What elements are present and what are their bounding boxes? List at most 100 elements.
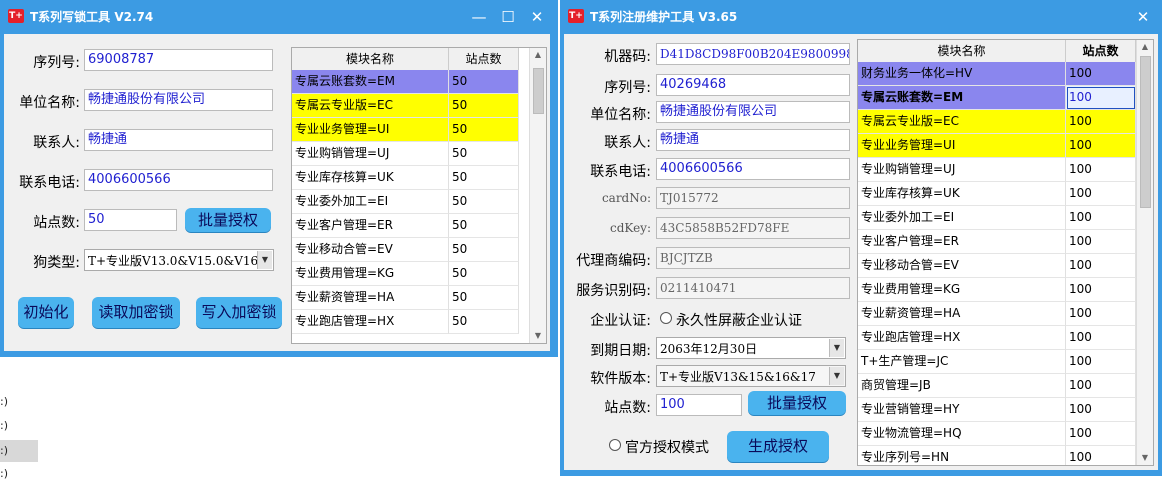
sites-cell[interactable]: 50 <box>449 262 519 286</box>
col-sites-header[interactable]: 站点数 <box>1066 40 1136 62</box>
official-mode-option-label[interactable]: 官方授权模式 <box>625 437 709 457</box>
module-name-cell[interactable]: 专业物流管理=HQ <box>858 422 1066 446</box>
scroll-thumb[interactable] <box>1140 56 1151 208</box>
cdkey-field[interactable]: 43C5858B52FD78FE <box>656 217 850 239</box>
module-name-cell[interactable]: 专业业务管理=UI <box>858 134 1066 158</box>
scroll-up-icon[interactable]: ▲ <box>1137 40 1153 54</box>
sites-cell[interactable]: 100 <box>1066 422 1136 446</box>
vertical-scrollbar[interactable]: ▲ ▼ <box>1136 40 1153 465</box>
module-grid[interactable]: 模块名称 站点数 专属云账套数=EM 50 专属云专业版=EC 50 专业业务管理=UI… <box>291 47 547 344</box>
module-name-cell[interactable]: 专业薪资管理=HA <box>858 302 1066 326</box>
initialize-button[interactable]: 初始化 <box>18 297 74 328</box>
sites-cell[interactable]: 50 <box>449 310 519 334</box>
software-version-select[interactable]: T+专业版V13&15&16&17 ▼ <box>656 365 846 387</box>
module-name-cell[interactable]: 专属云账套数=EM <box>292 70 449 94</box>
sites-cell[interactable]: 100 <box>1066 398 1136 422</box>
module-name-cell[interactable]: 专业薪资管理=HA <box>292 286 449 310</box>
chevron-down-icon[interactable]: ▼ <box>829 367 844 385</box>
table-row[interactable]: 商贸管理=JB 100 <box>858 374 1136 398</box>
module-name-cell[interactable]: 专业购销管理=UJ <box>858 158 1066 182</box>
service-code-field[interactable]: 0211410471 <box>656 277 850 299</box>
table-row[interactable]: 专业移动合管=EV 100 <box>858 254 1136 278</box>
shield-cert-option-label[interactable]: 永久性屏蔽企业认证 <box>676 310 802 330</box>
batch-authorize-button[interactable]: 批量授权 <box>748 391 846 415</box>
module-name-cell[interactable]: 专业库存核算=UK <box>858 182 1066 206</box>
contact-field[interactable]: 畅捷通 <box>656 129 850 151</box>
module-name-cell[interactable]: 专业费用管理=KG <box>292 262 449 286</box>
table-row[interactable]: 专业跑店管理=HX 100 <box>858 326 1136 350</box>
minimize-icon[interactable]: — <box>466 5 492 29</box>
sites-field[interactable]: 50 <box>84 209 177 231</box>
sites-cell[interactable]: 100 <box>1066 302 1136 326</box>
table-row[interactable]: 专属云账套数=EM 50 <box>292 70 519 94</box>
table-row[interactable]: 财务业务一体化=HV 100 <box>858 62 1136 86</box>
module-name-cell[interactable]: 专属云专业版=EC <box>858 110 1066 134</box>
expire-date-picker[interactable]: 2063年12月30日 ▼ <box>656 337 846 359</box>
generate-authorization-button[interactable]: 生成授权 <box>727 431 829 462</box>
table-row[interactable]: 专业购销管理=UJ 100 <box>858 158 1136 182</box>
table-row[interactable]: 专业费用管理=KG 50 <box>292 262 519 286</box>
serial-field[interactable]: 40269468 <box>656 74 850 96</box>
module-name-cell[interactable]: 专业移动合管=EV <box>858 254 1066 278</box>
agent-code-field[interactable]: BJCJTZB <box>656 247 850 269</box>
phone-field[interactable]: 4006600566 <box>84 169 273 191</box>
sites-cell[interactable]: 50 <box>449 142 519 166</box>
table-row[interactable]: 专业费用管理=KG 100 <box>858 278 1136 302</box>
sites-cell[interactable]: 50 <box>449 70 519 94</box>
company-field[interactable]: 畅捷通股份有限公司 <box>656 101 850 123</box>
table-row[interactable]: 专属云专业版=EC 50 <box>292 94 519 118</box>
module-name-cell[interactable]: 专属云专业版=EC <box>292 94 449 118</box>
sites-cell[interactable]: 100 <box>1066 350 1136 374</box>
module-name-cell[interactable]: 专业购销管理=UJ <box>292 142 449 166</box>
title-bar[interactable]: T+ T系列注册维护工具 V3.65 ✕ <box>560 0 1162 34</box>
sites-cell[interactable]: 50 <box>449 214 519 238</box>
sites-cell[interactable]: 100 <box>1066 254 1136 278</box>
module-name-cell[interactable]: 专业库存核算=UK <box>292 166 449 190</box>
module-name-cell[interactable]: 专业移动合管=EV <box>292 238 449 262</box>
sites-cell[interactable]: 100 <box>1066 230 1136 254</box>
sites-cell[interactable]: 100 <box>1066 158 1136 182</box>
module-name-cell[interactable]: 专业序列号=HN <box>858 446 1066 465</box>
table-row[interactable]: 专业库存核算=UK 100 <box>858 182 1136 206</box>
table-row[interactable]: 专业移动合管=EV 50 <box>292 238 519 262</box>
table-row[interactable]: 专属云专业版=EC 100 <box>858 110 1136 134</box>
scroll-thumb[interactable] <box>533 68 544 114</box>
module-name-cell[interactable]: 专业委外加工=EI <box>292 190 449 214</box>
phone-field[interactable]: 4006600566 <box>656 158 850 180</box>
table-row[interactable]: 专业业务管理=UI 50 <box>292 118 519 142</box>
shield-cert-radio[interactable] <box>660 312 672 324</box>
sites-cell[interactable]: 50 <box>449 118 519 142</box>
module-name-cell[interactable]: 专业业务管理=UI <box>292 118 449 142</box>
table-row[interactable]: 专业库存核算=UK 50 <box>292 166 519 190</box>
col-sites-header[interactable]: 站点数 <box>449 48 519 70</box>
module-name-cell[interactable]: T+生产管理=JC <box>858 350 1066 374</box>
write-lock-button[interactable]: 写入加密锁 <box>196 297 282 328</box>
table-row[interactable]: 专业购销管理=UJ 50 <box>292 142 519 166</box>
sites-cell[interactable]: 50 <box>449 94 519 118</box>
machine-code-field[interactable]: D41D8CD98F00B204E9800998ECF <box>656 43 850 65</box>
module-name-cell[interactable]: 专业营销管理=HY <box>858 398 1066 422</box>
scroll-down-icon[interactable]: ▼ <box>530 329 546 343</box>
table-row[interactable]: 专业薪资管理=HA 50 <box>292 286 519 310</box>
chevron-down-icon[interactable]: ▼ <box>257 251 272 269</box>
module-grid[interactable]: 模块名称 站点数 财务业务一体化=HV 100 专属云账套数=EM 100 专属云专业版… <box>857 39 1154 466</box>
company-field[interactable]: 畅捷通股份有限公司 <box>84 89 273 111</box>
batch-authorize-button[interactable]: 批量授权 <box>185 208 271 232</box>
table-row[interactable]: 专业序列号=HN 100 <box>858 446 1136 465</box>
sites-cell[interactable]: 100 <box>1066 134 1136 158</box>
sites-cell[interactable]: 50 <box>449 286 519 310</box>
sites-cell[interactable]: 50 <box>449 190 519 214</box>
table-row[interactable]: 专业委外加工=EI 50 <box>292 190 519 214</box>
module-name-cell[interactable]: 专业客户管理=ER <box>292 214 449 238</box>
table-row[interactable]: 专业业务管理=UI 100 <box>858 134 1136 158</box>
serial-field[interactable]: 69008787 <box>84 49 273 71</box>
sites-cell[interactable]: 100 <box>1066 110 1136 134</box>
sites-cell[interactable]: 100 <box>1066 182 1136 206</box>
module-name-cell[interactable]: 商贸管理=JB <box>858 374 1066 398</box>
contact-field[interactable]: 畅捷通 <box>84 129 273 151</box>
sites-cell[interactable]: 100 <box>1066 62 1136 86</box>
table-row[interactable]: 专业薪资管理=HA 100 <box>858 302 1136 326</box>
table-row[interactable]: 专业营销管理=HY 100 <box>858 398 1136 422</box>
sites-cell[interactable]: 100 <box>1066 86 1136 110</box>
table-row[interactable]: 专业物流管理=HQ 100 <box>858 422 1136 446</box>
